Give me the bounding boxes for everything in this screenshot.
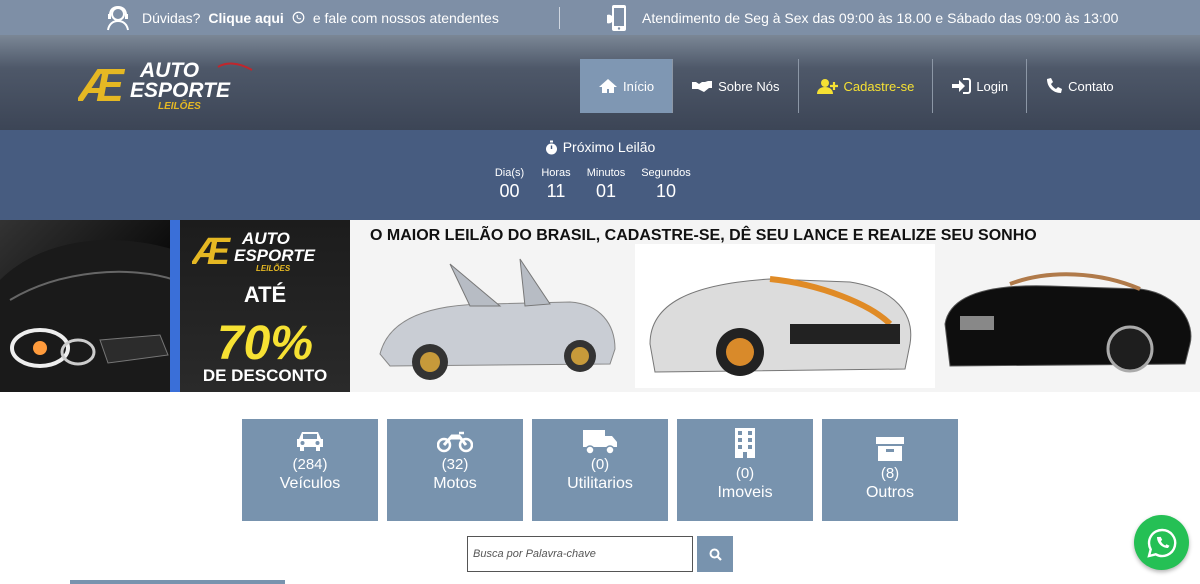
category-count: (8): [880, 465, 900, 482]
site-header: Æ AUTO ESPORTE LEILÕES Início Sobre Nós …: [0, 35, 1200, 130]
archive-icon: [822, 436, 958, 462]
nav-label: Login: [976, 78, 1009, 94]
nav-cadastre-se[interactable]: Cadastre-se: [799, 59, 934, 113]
nav-inicio[interactable]: Início: [580, 59, 674, 113]
user-plus-icon: [816, 78, 839, 94]
promo-ate: ATÉ: [243, 282, 287, 307]
countdown-days: Dia(s) 00: [493, 167, 526, 202]
help-link[interactable]: Clique aqui: [208, 10, 283, 26]
category-name: Outros: [865, 484, 914, 501]
nav-login[interactable]: Login: [933, 59, 1028, 113]
countdown-units: Dia(s) 00 Horas 11 Minutos 01 Segundos 1…: [493, 167, 692, 202]
nav-label: Contato: [1068, 78, 1114, 94]
mobile-phone-icon: [604, 3, 632, 33]
help-contact: Dúvidas? Clique aqui e fale com nossos a…: [104, 0, 499, 35]
help-suffix: e fale com nossos atendentes: [312, 9, 499, 26]
section-tab: [70, 580, 285, 584]
search-bar: [467, 536, 733, 572]
whatsapp-icon: [1146, 527, 1178, 559]
countdown-label: Horas: [541, 167, 571, 179]
countdown-title: Próximo Leilão: [0, 139, 1200, 155]
site-logo[interactable]: Æ AUTO ESPORTE LEILÕES: [75, 57, 268, 112]
promo-description: DE DESCONTO: [202, 366, 328, 385]
nav-label: Início: [623, 78, 655, 94]
phone-icon: [1045, 77, 1063, 95]
handshake-icon: [691, 79, 713, 93]
truck-icon: [532, 429, 668, 455]
svg-text:LEILÕES: LEILÕES: [158, 99, 201, 112]
top-info-bar: Dúvidas? Clique aqui e fale com nossos a…: [0, 0, 1200, 35]
category-imoveis[interactable]: (0) Imoveis: [677, 419, 813, 521]
auction-countdown: Próximo Leilão Dia(s) 00 Horas 11 Minuto…: [0, 130, 1200, 220]
category-count: (32): [441, 456, 469, 473]
category-motos[interactable]: (32) Motos: [387, 419, 523, 521]
banner-stripe: [170, 220, 180, 392]
help-prefix: Dúvidas?: [142, 9, 201, 26]
whatsapp-small-icon: [292, 11, 305, 24]
nav-contato[interactable]: Contato: [1027, 59, 1132, 113]
countdown-label: Minutos: [586, 167, 626, 179]
countdown-value: 01: [595, 181, 617, 201]
support-agent-icon: [104, 4, 132, 32]
svg-text:Æ: Æ: [192, 231, 231, 273]
countdown-value: 10: [655, 181, 677, 201]
business-hours: Atendimento de Seg à Sex das 09:00 às 18…: [604, 0, 1118, 35]
nav-label: Sobre Nós: [718, 78, 780, 94]
category-count: (0): [735, 465, 755, 482]
sign-in-icon: [951, 78, 972, 94]
nav-sobre-nos[interactable]: Sobre Nós: [673, 59, 799, 113]
countdown-value: 11: [546, 181, 566, 201]
nav-label: Cadastre-se: [843, 78, 915, 94]
countdown-value: 00: [499, 181, 520, 201]
category-count: (284): [292, 456, 328, 473]
category-veiculos[interactable]: (284) Veículos: [242, 419, 378, 521]
category-outros[interactable]: (8) Outros: [822, 419, 958, 521]
home-icon: [598, 78, 618, 94]
stopwatch-icon: [545, 140, 558, 155]
svg-text:ESPORTE: ESPORTE: [130, 79, 231, 102]
banner-car-headlight-image: [0, 220, 176, 392]
car-icon: [242, 429, 378, 453]
countdown-label: Segundos: [641, 167, 691, 179]
countdown-minutes: Minutos 01: [586, 167, 626, 202]
search-icon: [709, 548, 722, 561]
topbar-divider: [559, 7, 560, 29]
category-name: Utilitarios: [567, 475, 633, 492]
category-name: Motos: [433, 475, 477, 492]
category-tiles: (284) Veículos (32) Motos (0) Utilitario…: [242, 419, 958, 521]
motorcycle-icon: [387, 429, 523, 453]
svg-text:ESPORTE: ESPORTE: [234, 246, 316, 265]
building-icon: [677, 427, 813, 459]
category-name: Imoveis: [717, 484, 773, 501]
countdown-title-text: Próximo Leilão: [562, 139, 656, 155]
svg-text:LEILÕES: LEILÕES: [256, 264, 291, 273]
banner-headline: O MAIOR LEILÃO DO BRASIL, CADASTRE-SE, D…: [370, 227, 1037, 244]
countdown-hours: Horas 11: [540, 167, 572, 202]
search-button[interactable]: [697, 536, 733, 572]
category-name: Veículos: [279, 475, 341, 492]
banner-cars-image: [350, 244, 1200, 388]
whatsapp-float-button[interactable]: [1134, 515, 1189, 570]
svg-text:Æ: Æ: [78, 59, 126, 111]
countdown-seconds: Segundos 10: [640, 167, 692, 202]
main-nav: Início Sobre Nós Cadastre-se Login Conta…: [580, 59, 1132, 113]
banner-promo-panel: Æ AUTO ESPORTE LEILÕES ATÉ 70% DE DESCON…: [180, 220, 350, 392]
countdown-label: Dia(s): [494, 167, 525, 179]
promo-percentage: 70%: [216, 317, 314, 370]
search-input[interactable]: [467, 536, 693, 572]
promo-banner[interactable]: Æ AUTO ESPORTE LEILÕES ATÉ 70% DE DESCON…: [0, 220, 1200, 392]
category-count: (0): [590, 456, 610, 473]
category-utilitarios[interactable]: (0) Utilitarios: [532, 419, 668, 521]
hours-text: Atendimento de Seg à Sex das 09:00 às 18…: [642, 9, 1119, 26]
